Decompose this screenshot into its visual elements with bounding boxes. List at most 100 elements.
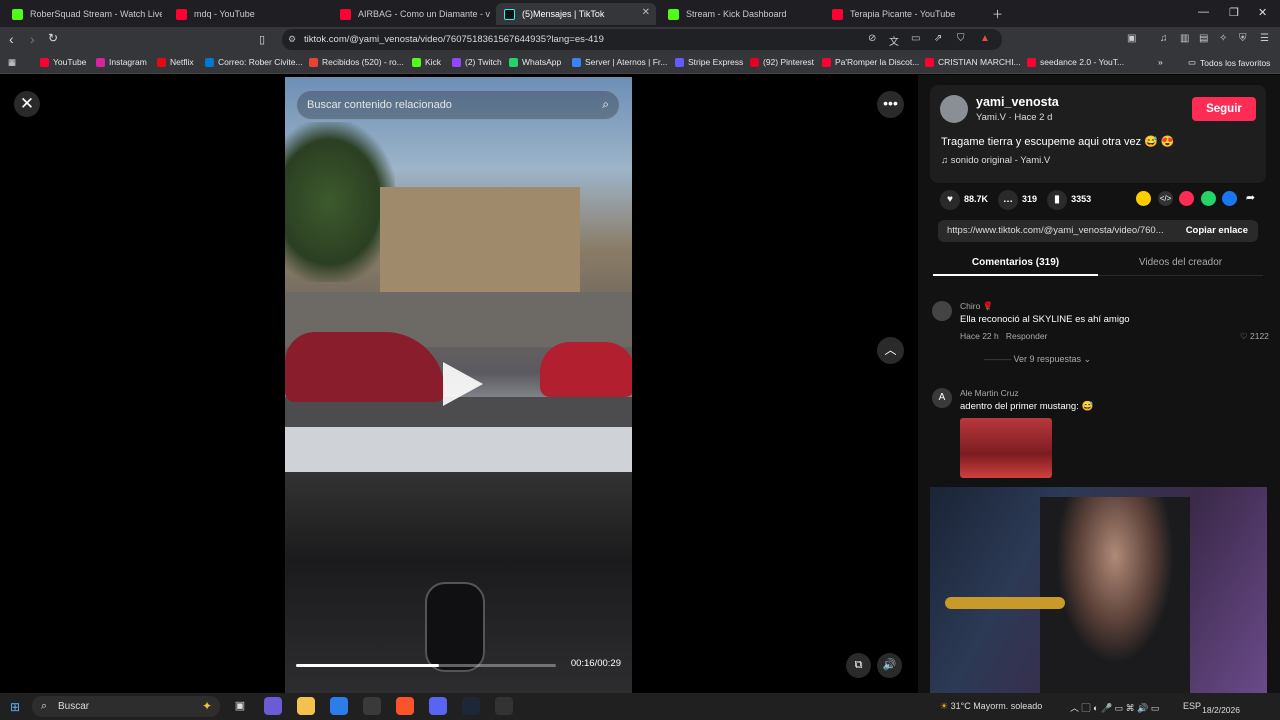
app-icon[interactable] xyxy=(363,697,381,715)
server-icon xyxy=(572,57,581,67)
tab-comments[interactable]: Comentarios (319) xyxy=(933,257,1098,276)
commenter-name[interactable]: Chiro 🌹 xyxy=(960,301,993,312)
brave-rewards-icon[interactable]: ▲ xyxy=(980,33,990,44)
file-explorer-icon[interactable] xyxy=(297,697,315,715)
restore-icon[interactable]: ❐ xyxy=(1229,6,1239,19)
author-username[interactable]: yami_venosta xyxy=(976,95,1059,109)
taskbar-search[interactable]: ⌕ Buscar ✦ xyxy=(32,696,220,717)
bookmark-correo[interactable]: Correo: Rober Civite... xyxy=(205,57,303,67)
bookmark-netflix[interactable]: Netflix xyxy=(157,57,194,67)
vpn-icon[interactable]: ⛨ xyxy=(1239,33,1247,44)
panel-icon[interactable]: ▥ xyxy=(1180,33,1189,44)
site-info-icon[interactable]: ⚙ xyxy=(288,34,296,45)
sound-link[interactable]: ♫ sonido original - Yami.V xyxy=(941,155,1050,166)
comment-like-button[interactable]: ♡ 2122 xyxy=(1240,331,1269,342)
copilot-icon[interactable] xyxy=(264,697,282,715)
discord-icon[interactable] xyxy=(429,697,447,715)
all-bookmarks[interactable]: ▭ Todos los favoritos xyxy=(1188,57,1270,68)
taskbar-date[interactable]: 18/2/2026 xyxy=(1202,705,1240,716)
copy-link-button[interactable]: Copiar enlace xyxy=(1186,225,1248,236)
translate-icon[interactable]: 文 xyxy=(889,33,899,48)
bookmark-seedance[interactable]: seedance 2.0 - YouT... xyxy=(1027,57,1124,67)
music-icon[interactable]: ♫ xyxy=(1160,33,1168,44)
cast-icon[interactable]: ▭ xyxy=(911,33,920,44)
tray-icons[interactable]: ︿ ▢ ◐ 🎤 ▭ ⌘ 🔊 ▭ xyxy=(1070,701,1159,714)
author-avatar[interactable] xyxy=(940,95,968,123)
tab-creator-videos[interactable]: Videos del creador xyxy=(1098,257,1263,268)
bookmark-stripe[interactable]: Stripe Express xyxy=(675,57,743,67)
tab-terapia[interactable]: Terapia Picante - YouTube xyxy=(824,3,984,25)
share-page-icon[interactable]: ⇗ xyxy=(934,33,942,44)
bookmark-twitch[interactable]: (2) Twitch xyxy=(452,57,502,67)
bookmark-cristian[interactable]: CRISTIAN MARCHI... xyxy=(925,57,1021,67)
tab-tiktok[interactable]: (5)Mensajes | TikTok ✕ xyxy=(496,3,656,25)
volume-icon[interactable]: 🔊 xyxy=(877,653,902,678)
commenter-avatar[interactable]: A xyxy=(932,388,952,408)
previous-video-button[interactable]: ︿ xyxy=(877,337,904,364)
play-icon[interactable] xyxy=(443,362,483,406)
facebook-share-icon[interactable] xyxy=(1222,191,1237,206)
forward-icon[interactable]: › xyxy=(30,31,35,47)
tab-robersquad[interactable]: RoberSquad Stream - Watch Live xyxy=(4,3,162,25)
bookmark-youtube[interactable]: YouTube xyxy=(40,57,86,67)
tab-kick-dashboard[interactable]: Stream - Kick Dashboard xyxy=(660,3,820,25)
input-language[interactable]: ESP xyxy=(1183,701,1201,711)
save-button[interactable]: ▮ 3353 xyxy=(1047,190,1091,210)
tab-airbag[interactable]: AIRBAG - Como un Diamante - video xyxy=(332,3,490,25)
obs-icon[interactable] xyxy=(495,697,513,715)
comment-button[interactable]: … 319 xyxy=(998,190,1037,210)
bookmark-gmail[interactable]: Recibidos (520) - ro... xyxy=(309,57,404,67)
emoji-share-icon[interactable] xyxy=(1136,191,1151,206)
video-progress-bar[interactable] xyxy=(296,664,556,667)
new-tab-icon[interactable]: ＋ xyxy=(992,6,1003,22)
wallet-icon[interactable]: ▤ xyxy=(1199,33,1208,44)
no-eye-icon[interactable]: ⊘ xyxy=(868,33,876,44)
pip-icon[interactable]: ⧉ xyxy=(846,653,871,678)
bookmark-aternos[interactable]: Server | Aternos | Fr... xyxy=(572,57,667,67)
close-tab-icon[interactable]: ✕ xyxy=(642,7,650,18)
more-bookmarks-icon[interactable]: » xyxy=(1158,57,1163,67)
apps-icon[interactable]: ▦ xyxy=(8,57,16,68)
like-button[interactable]: ♥ 88.7K xyxy=(940,190,988,210)
follow-button[interactable]: Seguir xyxy=(1192,97,1256,121)
steam-icon[interactable] xyxy=(462,697,480,715)
reload-icon[interactable]: ↻ xyxy=(48,31,58,45)
whatsapp-share-icon[interactable] xyxy=(1201,191,1216,206)
leo-icon[interactable]: ✧ xyxy=(1219,33,1227,44)
sidebar-icon[interactable]: ▣ xyxy=(1127,33,1136,44)
shield-icon[interactable]: ⛉ xyxy=(957,33,965,44)
whatsapp-icon xyxy=(509,57,518,67)
bookmark-kick[interactable]: Kick xyxy=(412,57,441,67)
video-frame-tree xyxy=(285,122,395,282)
minimize-icon[interactable]: — xyxy=(1198,6,1209,18)
bookmark-page-icon[interactable]: ▯ xyxy=(259,33,265,46)
tab-mdq[interactable]: mdq - YouTube xyxy=(168,3,328,25)
bookmark-paromper[interactable]: Pa'Romper la Discot... xyxy=(822,57,919,67)
close-window-icon[interactable]: ✕ xyxy=(1258,6,1267,19)
bookmark-instagram[interactable]: Instagram xyxy=(96,57,147,67)
windows-taskbar: ⊞ ⌕ Buscar ✦ ▣ ☀ 31°C Mayorm. soleado ︿ … xyxy=(0,693,1280,720)
commenter-avatar[interactable] xyxy=(932,301,952,321)
streamer-figure xyxy=(1040,497,1190,693)
close-video-button[interactable]: ✕ xyxy=(14,91,40,117)
search-icon[interactable]: ⌕ xyxy=(602,97,609,112)
task-view-icon[interactable]: ▣ xyxy=(231,697,249,715)
more-options-button[interactable]: ••• xyxy=(877,91,904,118)
bookmark-pinterest[interactable]: (92) Pinterest xyxy=(750,57,814,67)
menu-icon[interactable]: ☰ xyxy=(1260,33,1269,44)
back-icon[interactable]: ‹ xyxy=(9,31,14,47)
related-search-input[interactable]: Buscar contenido relacionado ⌕ xyxy=(296,90,620,120)
embed-icon[interactable]: </> xyxy=(1158,191,1173,206)
commenter-name[interactable]: Ale Martin Cruz xyxy=(960,388,1019,398)
windows-start-icon[interactable]: ⊞ xyxy=(10,700,20,714)
view-replies-button[interactable]: ——— Ver 9 respuestas ⌄ xyxy=(984,354,1091,365)
reply-button[interactable]: Responder xyxy=(1006,331,1048,341)
comment-image[interactable] xyxy=(960,418,1052,478)
video-player[interactable]: Buscar contenido relacionado ⌕ 00:16/00:… xyxy=(285,77,632,693)
store-icon[interactable] xyxy=(330,697,348,715)
weather-widget[interactable]: ☀ 31°C Mayorm. soleado xyxy=(940,701,1042,712)
share-arrow-icon[interactable]: ➦ xyxy=(1243,191,1258,206)
bookmark-whatsapp[interactable]: WhatsApp xyxy=(509,57,561,67)
send-icon[interactable] xyxy=(1179,191,1194,206)
brave-icon[interactable] xyxy=(396,697,414,715)
